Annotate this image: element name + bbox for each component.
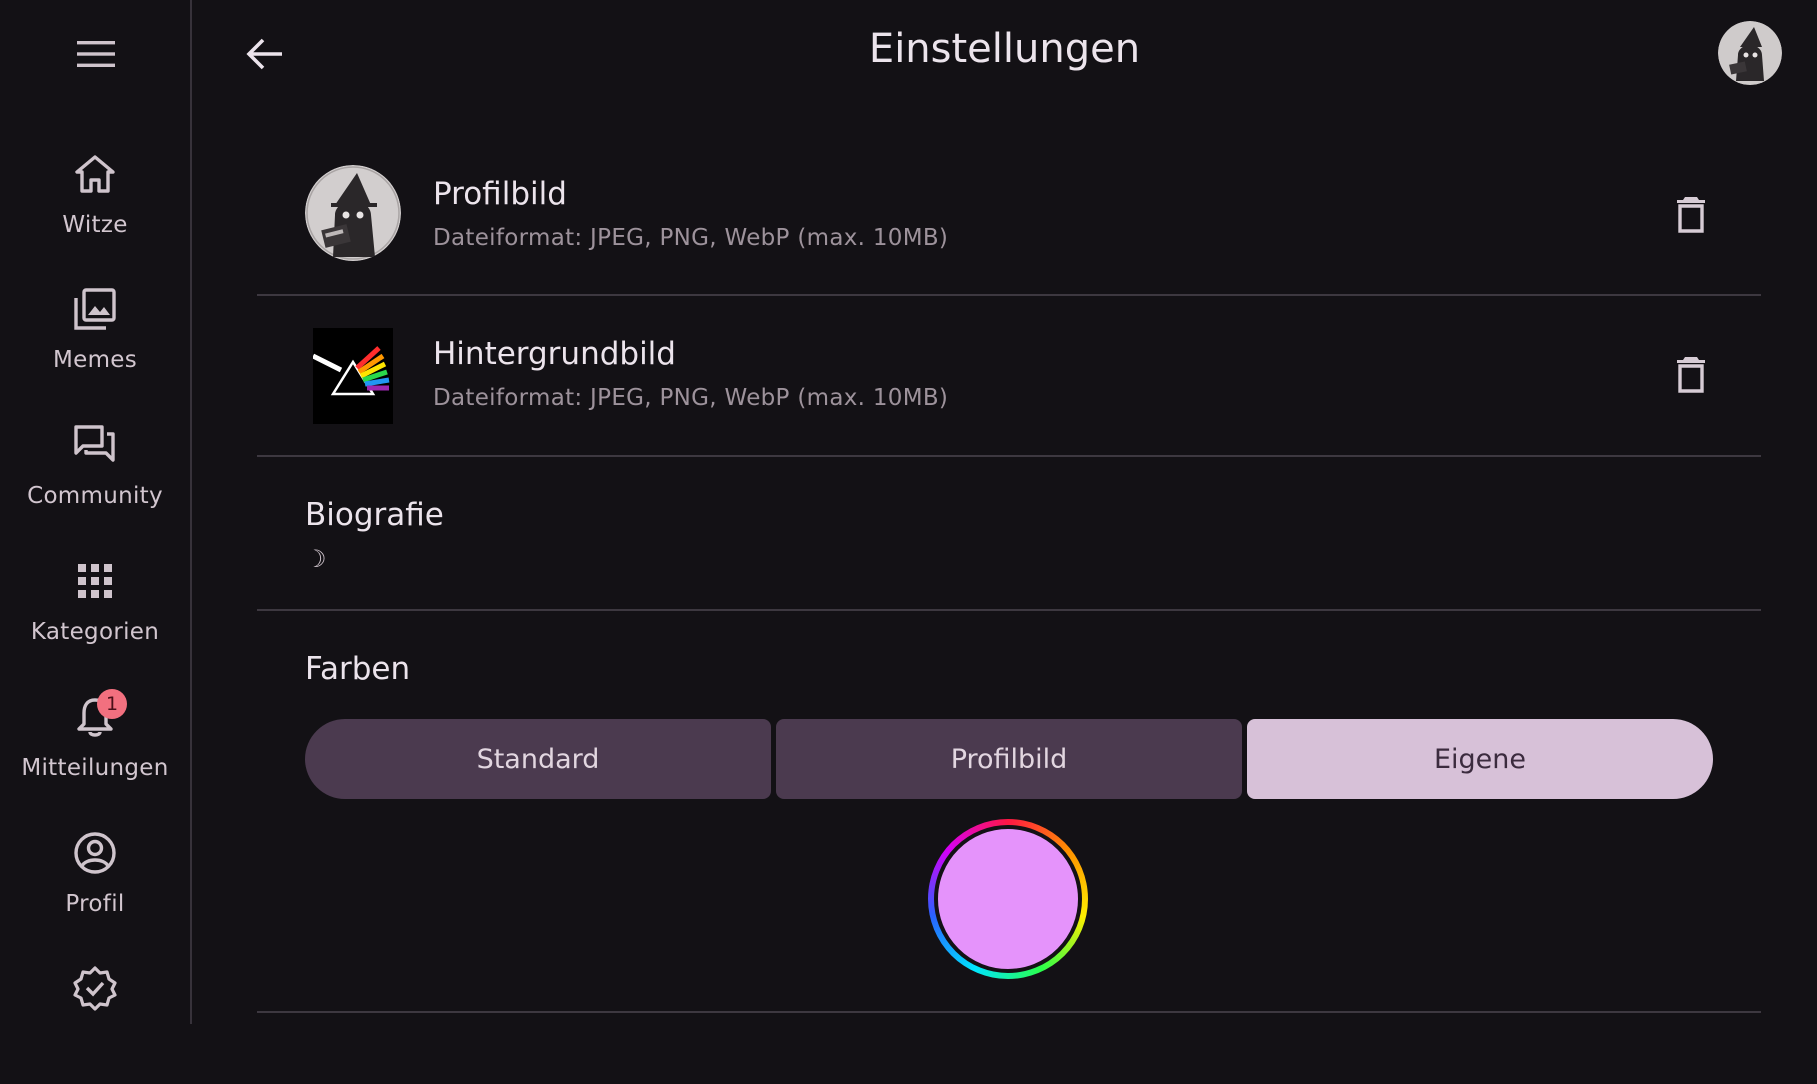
navigation-rail: Witze Memes Community Kategorien 1 Mitte…: [0, 0, 192, 1024]
biography-setting[interactable]: Biografie ☽: [257, 457, 1761, 611]
apps-grid-icon: [63, 557, 127, 605]
home-icon: [63, 150, 127, 198]
nav-label: Witze: [62, 212, 128, 238]
forum-icon: [63, 421, 127, 469]
segment-eigene[interactable]: Eigene: [1247, 719, 1713, 799]
custom-color-picker[interactable]: [928, 819, 1088, 979]
menu-icon[interactable]: [73, 36, 119, 72]
delete-background-image-button[interactable]: [1667, 350, 1715, 398]
nav-label: Kategorien: [30, 619, 160, 645]
nav-label: Community: [27, 483, 163, 509]
segment-standard[interactable]: Standard: [305, 719, 771, 799]
profile-image-thumbnail[interactable]: [305, 165, 401, 261]
settings-list: Profilbild Dateiformat: JPEG, PNG, WebP …: [257, 112, 1761, 1013]
nav-item-witze[interactable]: Witze: [0, 150, 190, 270]
selected-color-swatch: [934, 825, 1082, 973]
background-image-thumbnail[interactable]: [313, 328, 393, 424]
bell-icon: 1: [63, 689, 127, 741]
row-subtitle: Dateiformat: JPEG, PNG, WebP (max. 10MB): [433, 225, 949, 251]
top-app-bar: Einstellungen: [192, 0, 1817, 108]
row-title: Hintergrundbild: [433, 336, 676, 372]
notification-badge: 1: [97, 689, 127, 719]
section-title: Farben: [305, 651, 411, 687]
delete-profile-image-button[interactable]: [1667, 190, 1715, 238]
nav-item-verified[interactable]: [0, 964, 190, 1084]
account-circle-icon: [63, 829, 127, 877]
biography-text: ☽: [305, 545, 327, 573]
nav-label: Memes: [52, 347, 138, 373]
nav-item-kategorien[interactable]: Kategorien: [0, 557, 190, 677]
user-avatar[interactable]: [1718, 21, 1782, 85]
nav-item-mitteilungen[interactable]: 1 Mitteilungen: [0, 689, 190, 813]
profile-image-setting[interactable]: Profilbild Dateiformat: JPEG, PNG, WebP …: [257, 112, 1761, 296]
verified-badge-icon: [63, 964, 127, 1012]
nav-item-profil[interactable]: Profil: [0, 829, 190, 949]
section-title: Biografie: [305, 497, 444, 533]
row-subtitle: Dateiformat: JPEG, PNG, WebP (max. 10MB): [433, 385, 949, 411]
nav-item-community[interactable]: Community: [0, 421, 190, 541]
nav-label: Mitteilungen: [21, 755, 169, 781]
segment-profilbild[interactable]: Profilbild: [776, 719, 1242, 799]
photo-library-icon: [63, 285, 127, 333]
page-title: Einstellungen: [868, 26, 1141, 72]
row-title: Profilbild: [433, 176, 567, 212]
background-image-setting[interactable]: Hintergrundbild Dateiformat: JPEG, PNG, …: [257, 296, 1761, 457]
trash-icon: [1677, 197, 1705, 233]
color-mode-segmented-control: Standard Profilbild Eigene: [305, 719, 1713, 799]
colors-setting: Farben Standard Profilbild Eigene: [257, 611, 1761, 1013]
trash-icon: [1677, 357, 1705, 393]
nav-item-memes[interactable]: Memes: [0, 285, 190, 405]
nav-label: Profil: [65, 891, 125, 917]
